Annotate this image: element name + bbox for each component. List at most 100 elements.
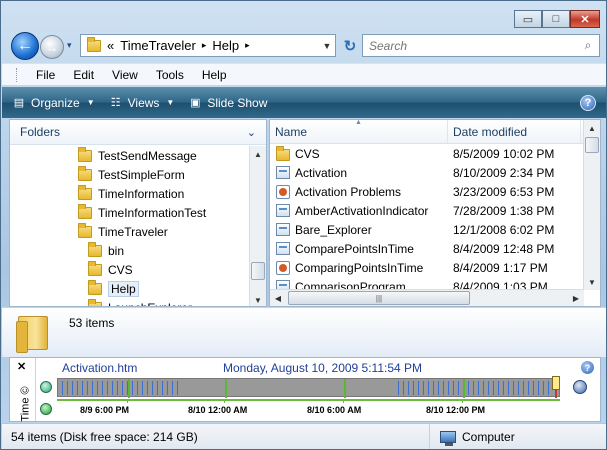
activity-tick	[473, 381, 474, 395]
close-button[interactable]: ✕	[570, 10, 600, 28]
time-panel-sidebar: ✕ Time ©	[10, 358, 36, 422]
explorer-window: ▭ □ ✕ ← → ▾ « TimeTraveler ▸ Help ▸ ▼ ↻ …	[0, 0, 607, 450]
files-horizontal-scrollbar[interactable]: ◀ ||| ▶	[270, 289, 584, 306]
forward-arrow-icon: →	[45, 39, 59, 55]
file-row[interactable]: CVS 8/5/2009 10:02 PM	[270, 144, 600, 163]
address-dropdown-icon[interactable]: ▼	[319, 41, 335, 51]
menu-view[interactable]: View	[103, 68, 147, 82]
selected-file-name: Activation.htm	[62, 361, 138, 375]
tree-item[interactable]: TestSimpleForm	[10, 165, 248, 184]
refresh-button[interactable]: ↻	[339, 34, 361, 57]
scroll-up-icon[interactable]: ▲	[250, 146, 266, 162]
address-bar[interactable]: « TimeTraveler ▸ Help ▸ ▼	[80, 34, 336, 57]
search-box[interactable]: ⌕	[362, 34, 600, 57]
folders-header[interactable]: Folders ⌄	[10, 120, 266, 145]
zoom-out-button[interactable]	[40, 403, 52, 415]
activity-tick	[408, 381, 409, 395]
menu-tools[interactable]: Tools	[147, 68, 193, 82]
close-icon[interactable]: ✕	[17, 360, 26, 373]
recent-pages-button[interactable]: ▾	[67, 40, 72, 51]
file-row[interactable]: Activation Problems 3/23/2009 6:53 PM	[270, 182, 600, 201]
help-button[interactable]: ?	[581, 361, 594, 374]
htm-file-icon	[276, 223, 290, 236]
menu-help[interactable]: Help	[193, 68, 236, 82]
activity-tick	[157, 381, 158, 395]
tree-item[interactable]: TimeInformationTest	[10, 203, 248, 222]
activity-tick	[92, 381, 93, 395]
views-button[interactable]: ☷ Views ▼	[109, 96, 175, 110]
scroll-down-icon[interactable]: ▼	[250, 292, 266, 306]
tree-item[interactable]: Help	[10, 279, 248, 298]
column-date-modified[interactable]: Date modified	[448, 120, 581, 143]
activity-tick	[468, 381, 469, 395]
menu-edit[interactable]: Edit	[64, 68, 103, 82]
activity-tick	[177, 381, 178, 395]
tree-item[interactable]: TestSendMessage	[10, 146, 248, 165]
file-row[interactable]: Bare_Explorer 12/1/2008 6:02 PM	[270, 220, 600, 239]
back-button[interactable]: ←	[11, 32, 39, 60]
file-name: CVS	[295, 146, 320, 161]
command-bar: ▤ Organize ▼ ☷ Views ▼ ▣ Slide Show ?	[2, 87, 606, 118]
file-name-cell: ComparingPointsInTime	[270, 260, 448, 275]
file-row[interactable]: ComparePointsInTime 8/4/2009 12:48 PM	[270, 239, 600, 258]
activity-tick	[538, 381, 539, 395]
menu-file[interactable]: File	[27, 68, 64, 82]
folders-scrollbar[interactable]: ▲ ▼	[249, 146, 266, 306]
scroll-down-icon[interactable]: ▼	[584, 274, 600, 290]
minimize-button[interactable]: ▭	[514, 10, 542, 28]
scroll-left-icon[interactable]: ◀	[270, 290, 286, 306]
status-bar: 54 items (Disk free space: 214 GB) Compu…	[2, 423, 606, 449]
tick-label: 8/9 6:00 PM	[80, 405, 130, 415]
folder-icon	[88, 241, 102, 257]
tree-item-label: TestSimpleForm	[98, 167, 185, 182]
file-row[interactable]: Activation 8/10/2009 2:34 PM	[270, 163, 600, 182]
chevron-down-icon: ▼	[86, 98, 95, 107]
activity-tick	[433, 381, 434, 395]
files-vertical-scrollbar[interactable]: ▲ ▼	[583, 120, 600, 290]
chevron-down-icon[interactable]: ⌄	[247, 126, 256, 139]
tree-item[interactable]: TimeInformation	[10, 184, 248, 203]
menu-grip	[16, 67, 19, 82]
scroll-thumb[interactable]	[251, 262, 265, 280]
forward-button[interactable]: →	[40, 35, 64, 59]
file-name: Activation	[295, 165, 348, 180]
file-row[interactable]: AmberActivationIndicator 7/28/2009 1:38 P…	[270, 201, 600, 220]
address-overflow-icon[interactable]: «	[107, 38, 114, 53]
folder-icon	[88, 279, 102, 295]
go-to-present-button[interactable]	[573, 380, 587, 394]
current-time-line	[555, 389, 557, 398]
column-name[interactable]: ▲ Name	[270, 120, 448, 143]
tree-item-label: CVS	[108, 262, 133, 277]
scroll-up-icon[interactable]: ▲	[584, 120, 600, 136]
timeline-track[interactable]	[57, 376, 560, 398]
file-list: ▲ Name Date modified CVS 8/5/2009 10:02 P…	[269, 119, 601, 307]
tree-item[interactable]: LaunchExplorer	[10, 298, 248, 306]
tree-item[interactable]: TimeTraveler	[10, 222, 248, 241]
slideshow-button[interactable]: ▣ Slide Show	[188, 96, 267, 110]
sort-ascending-icon: ▲	[355, 119, 362, 126]
zoom-in-button[interactable]	[40, 381, 52, 393]
help-button[interactable]: ?	[580, 94, 596, 111]
zone-label: Computer	[462, 429, 515, 444]
computer-icon	[440, 430, 456, 446]
htm-file-icon	[276, 166, 290, 179]
breadcrumb-separator-icon[interactable]: ▸	[245, 40, 250, 51]
activity-tick	[107, 381, 108, 395]
breadcrumb-timetraveler[interactable]: TimeTraveler	[120, 38, 196, 53]
scroll-thumb[interactable]	[585, 137, 599, 153]
file-row[interactable]: ComparingPointsInTime 8/4/2009 1:17 PM	[270, 258, 600, 277]
breadcrumb-separator-icon[interactable]: ▸	[202, 40, 207, 51]
current-time-marker[interactable]	[552, 376, 560, 390]
tree-item[interactable]: CVS	[10, 260, 248, 279]
time-gridline	[128, 379, 130, 398]
organize-button[interactable]: ▤ Organize ▼	[12, 96, 95, 110]
search-input[interactable]	[369, 38, 569, 53]
folders-pane: Folders ⌄ TestSendMessage TestSimpleForm T…	[9, 119, 267, 307]
maximize-button[interactable]: □	[542, 10, 570, 28]
tree-item[interactable]: bin	[10, 241, 248, 260]
search-icon[interactable]: ⌕	[577, 38, 599, 53]
horizontal-scroll-thumb[interactable]: |||	[288, 291, 470, 305]
file-date: 7/28/2009 1:38 PM	[453, 203, 555, 218]
breadcrumb-help[interactable]: Help	[212, 38, 239, 53]
scroll-right-icon[interactable]: ▶	[568, 290, 584, 306]
